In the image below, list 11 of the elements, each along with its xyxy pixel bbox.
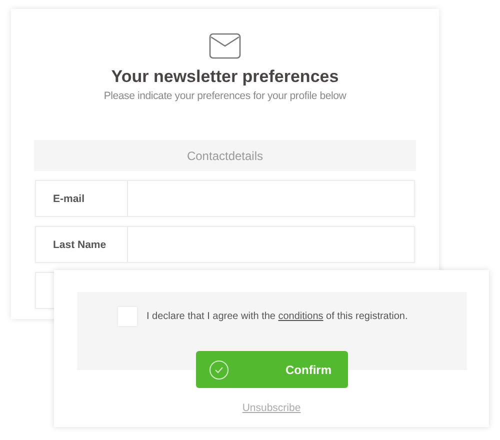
envelope-icon — [209, 33, 241, 59]
field-label: Last Name — [53, 238, 106, 250]
form-field[interactable]: E-mail — [35, 180, 415, 217]
page-subtitle: Please indicate your preferences for your profile below — [104, 90, 346, 102]
form-field[interactable]: Last Name — [35, 226, 415, 263]
conditions-link[interactable]: conditions — [278, 311, 324, 322]
page-title: Your newsletter preferences — [111, 67, 339, 87]
section-header: Contactdetails — [34, 140, 416, 171]
check-circle-icon — [208, 360, 228, 380]
agreement-text: I declare that I agree with the conditions of this registration. — [146, 311, 408, 322]
field-label: E-mail — [53, 192, 85, 204]
